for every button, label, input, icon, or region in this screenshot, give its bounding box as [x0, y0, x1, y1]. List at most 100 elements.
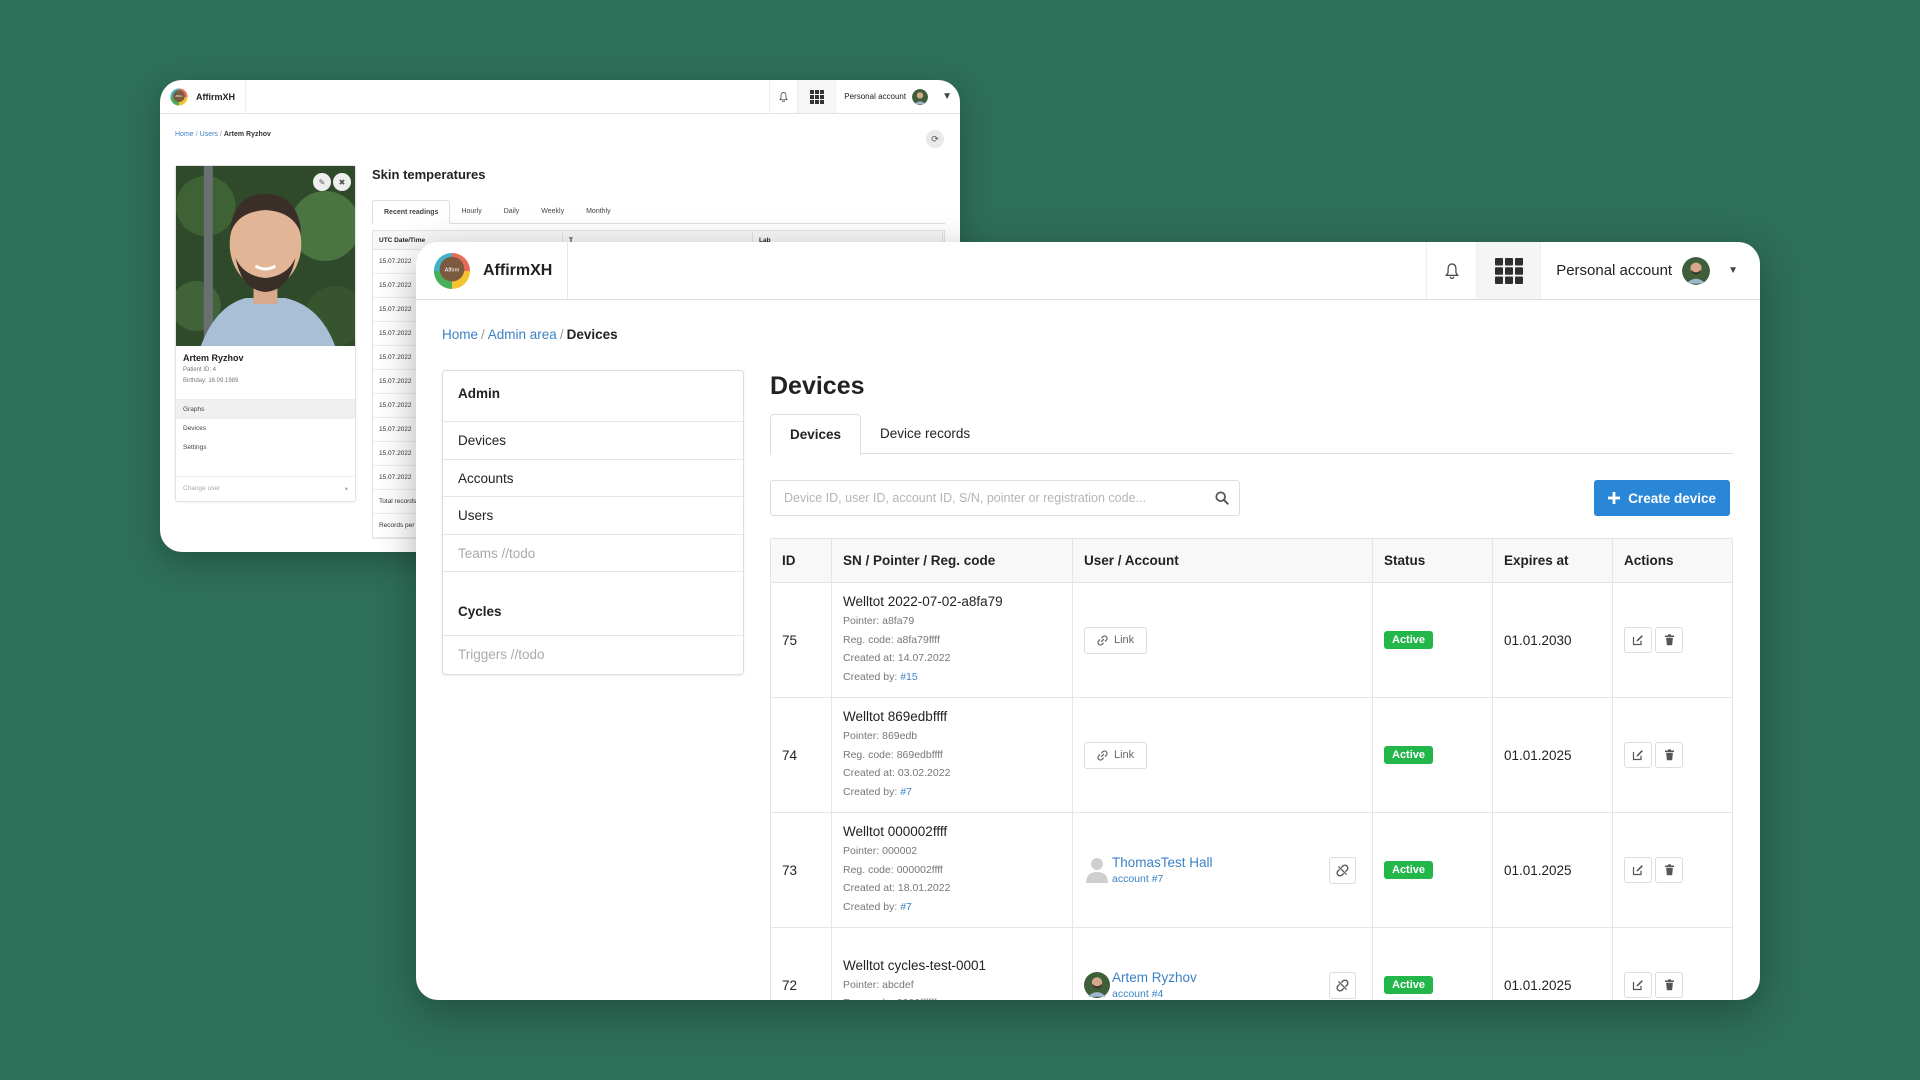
change-user-select[interactable]: Change user ▾ [176, 476, 355, 501]
unlink-icon [1336, 979, 1349, 991]
svg-text:Affirm: Affirm [445, 267, 460, 273]
trash-icon [1664, 864, 1674, 876]
status-badge: Active [1384, 746, 1434, 764]
link-user-button[interactable]: Link [1084, 741, 1148, 769]
expires-at: 01.01.2025 [1493, 928, 1613, 1000]
page-title: Devices [770, 372, 865, 400]
sidebar-item-triggers[interactable]: Triggers //todo [443, 636, 743, 674]
profile-menu-devices[interactable]: Devices [176, 419, 355, 438]
brand[interactable]: Affirm AffirmXH [160, 80, 246, 113]
create-device-button[interactable]: Create device [1594, 480, 1730, 516]
status-cell: Active [1373, 583, 1493, 697]
search-icon[interactable] [1215, 491, 1229, 505]
link-icon [1097, 634, 1108, 646]
edit-button[interactable] [1624, 742, 1652, 768]
device-created-at: Created at: 18.01.2022 [843, 882, 951, 894]
actions-cell [1613, 928, 1732, 1000]
delete-button[interactable] [1655, 972, 1683, 998]
main-content: Devices Devices Device records Create de… [770, 370, 1733, 1000]
admin-sidebar: Admin Devices Accounts Users Teams //tod… [442, 370, 744, 675]
delete-button[interactable] [1655, 742, 1683, 768]
device-pointer: Pointer: 000002 [843, 845, 918, 857]
profile-menu-graphs[interactable]: Graphs [176, 400, 355, 419]
account-link[interactable]: account #4 [1112, 988, 1329, 1000]
search-input[interactable] [784, 491, 1215, 505]
device-created-by: Created by: #7 [843, 783, 912, 802]
unlink-user-button[interactable] [1329, 856, 1356, 884]
tab-hourly[interactable]: Hourly [450, 200, 492, 223]
delete-button[interactable] [1655, 627, 1683, 653]
avatar [912, 88, 929, 105]
refresh-button[interactable]: ⟳ [926, 130, 944, 148]
grid-icon [1494, 257, 1523, 284]
created-by-link[interactable]: #7 [900, 901, 912, 913]
apps-button[interactable] [797, 80, 836, 113]
sidebar-item-accounts[interactable]: Accounts [443, 460, 743, 497]
breadcrumb-admin-area[interactable]: Admin area [488, 327, 557, 342]
brand[interactable]: Affirm AffirmXH [416, 242, 569, 299]
breadcrumb-current: Devices [566, 327, 618, 342]
delete-button[interactable] [1655, 857, 1683, 883]
tab-recent-readings[interactable]: Recent readings [372, 200, 451, 224]
link-user-button[interactable]: Link [1084, 626, 1148, 654]
trash-icon [1664, 634, 1674, 646]
breadcrumb-users[interactable]: Users [200, 131, 218, 138]
breadcrumb-home[interactable]: Home [442, 327, 478, 342]
profile-menu-settings[interactable]: Settings [176, 438, 355, 457]
devices-tabs: Devices Device records [770, 414, 1733, 455]
created-by-link[interactable]: #7 [900, 786, 912, 798]
column-header-actions: Actions [1624, 553, 1674, 568]
sidebar-item-teams[interactable]: Teams //todo [443, 535, 743, 572]
search-box [770, 480, 1240, 516]
edit-photo-button[interactable]: ✎ [313, 173, 331, 191]
tab-weekly[interactable]: Weekly [530, 200, 575, 223]
device-reg-code: Reg. code: 869edbffff [843, 748, 943, 761]
top-nav: Affirm AffirmXH Personal account ▼ [416, 242, 1760, 300]
device-reg-code: Reg. code: a8fa79ffff [843, 633, 940, 646]
expires-at: 01.01.2025 [1493, 698, 1613, 812]
avatar [1682, 256, 1711, 285]
unlink-user-button[interactable] [1329, 971, 1356, 999]
profile-name: Artem Ryzhov [183, 353, 244, 363]
edit-button[interactable] [1624, 627, 1652, 653]
table-header: ID SN / Pointer / Reg. code User / Accou… [771, 539, 1732, 583]
account-link[interactable]: account #7 [1112, 873, 1329, 885]
breadcrumb-home[interactable]: Home [175, 131, 194, 138]
tab-devices[interactable]: Devices [770, 414, 862, 455]
device-created-by: Created by: #15 [843, 668, 918, 687]
sidebar-item-devices[interactable]: Devices [443, 422, 743, 460]
user-account-cell: Link [1073, 583, 1373, 697]
created-by-link[interactable]: #15 [900, 671, 918, 683]
tab-device-records[interactable]: Device records [861, 414, 989, 453]
edit-button[interactable] [1624, 857, 1652, 883]
notifications-button[interactable] [769, 80, 797, 113]
device-id: 72 [771, 928, 832, 1000]
user-name-link[interactable]: Artem Ryzhov [1112, 970, 1197, 985]
user-icon [1086, 858, 1108, 883]
brand-name: AffirmXH [483, 261, 553, 279]
account-menu[interactable]: Personal account ▼ [835, 80, 960, 113]
tab-daily[interactable]: Daily [493, 200, 531, 223]
close-icon: ✖ [338, 177, 346, 187]
apps-button[interactable] [1476, 242, 1541, 299]
actions-cell [1613, 698, 1732, 812]
devices-admin-window: Affirm AffirmXH Personal account ▼ Home /… [416, 242, 1760, 1000]
created-by-label: Created by: [843, 900, 901, 913]
breadcrumb: Home / Users / Artem Ryzhov [175, 131, 271, 138]
edit-icon [1632, 635, 1643, 646]
device-title: Welltot 000002ffff [843, 824, 948, 839]
avatar [1084, 972, 1110, 998]
account-menu[interactable]: Personal account ▼ [1540, 242, 1760, 299]
sidebar-item-users[interactable]: Users [443, 497, 743, 535]
edit-button[interactable] [1624, 972, 1652, 998]
notifications-button[interactable] [1426, 242, 1476, 299]
tab-monthly[interactable]: Monthly [575, 200, 622, 223]
chevron-down-icon: ▼ [1728, 265, 1738, 276]
devices-table: ID SN / Pointer / Reg. code User / Accou… [770, 538, 1733, 1000]
remove-photo-button[interactable]: ✖ [333, 173, 351, 191]
affirm-logo-icon: Affirm [433, 252, 471, 289]
user-name-link[interactable]: ThomasTest Hall [1112, 855, 1213, 870]
profile-photo-image [176, 166, 355, 346]
trash-icon [1664, 979, 1674, 991]
create-device-label: Create device [1628, 490, 1716, 506]
